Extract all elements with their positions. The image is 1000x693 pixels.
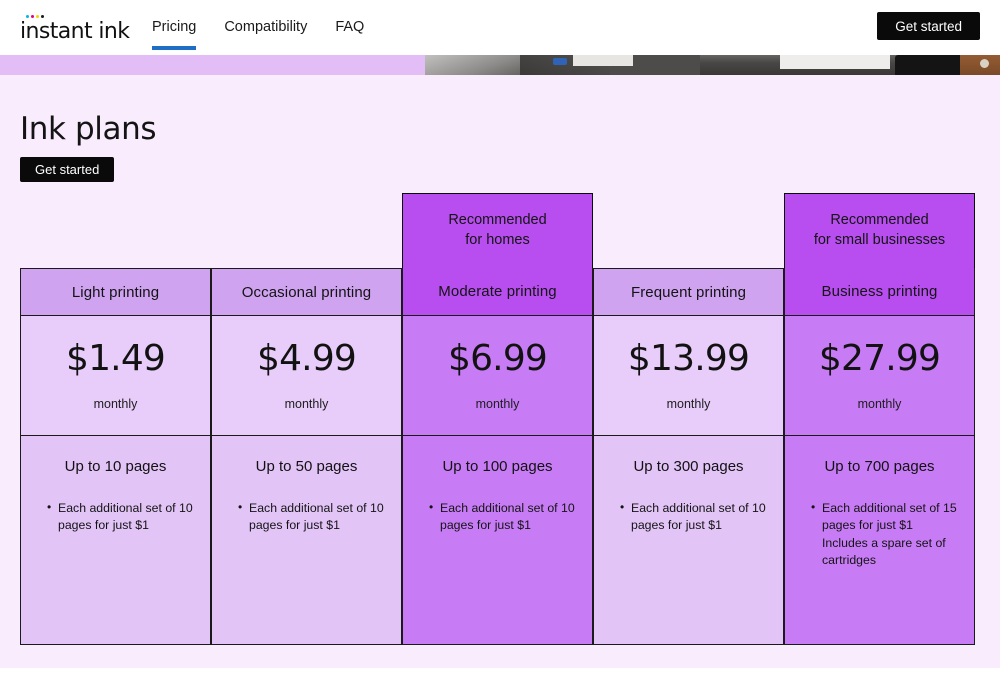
plan-price-frequent-printing: $13.99 (627, 337, 750, 379)
badge-line: for homes (465, 232, 530, 248)
page-title: Ink plans (20, 111, 157, 147)
plan-page-limit-moderate-printing: Up to 100 pages (442, 458, 553, 475)
plan-feature-list-business-printing: Each additional set of 15 pages for just… (799, 499, 960, 570)
hero-purple-band (0, 55, 425, 75)
plan-price-light-printing: $1.49 (65, 337, 166, 379)
logo-dot-2 (36, 15, 39, 18)
plan-page-limit-business-printing: Up to 700 pages (824, 458, 935, 475)
page-body: Ink plans Get started Light printing $1.4… (0, 75, 1000, 668)
badge-line: for small businesses (813, 232, 946, 248)
photo-shape (553, 58, 567, 65)
cmyk-dots-icon (26, 15, 44, 18)
badge-line: Recommended (830, 212, 929, 229)
plan-features-business-printing: Up to 700 pages Each additional set of 15… (784, 436, 975, 645)
plan-name-frequent-printing: Frequent printing (593, 268, 784, 316)
header-get-started-button[interactable]: Get started (877, 12, 980, 40)
brand-logo[interactable]: instant ink (20, 13, 135, 45)
nav-item-faq[interactable]: FAQ (335, 0, 364, 55)
plan-name-moderate-printing: Moderate printing (402, 268, 593, 316)
logo-wordmark: instant ink (20, 19, 130, 44)
main-navigation: Pricing Compatibility FAQ (152, 0, 364, 55)
plan-feature-list-frequent-printing: Each additional set of 10 pages for just… (608, 499, 769, 535)
recommendation-badge-business-printing: Recommended for small businesses (784, 193, 975, 268)
plan-feature-item: Each additional set of 10 pages for just… (620, 499, 769, 535)
pricing-table: Light printing $1.49 monthly Up to 10 pages… (20, 193, 975, 645)
page-get-started-button[interactable]: Get started (20, 157, 115, 182)
plan-feature-list-occasional-printing: Each additional set of 10 pages for just… (226, 499, 387, 535)
badge-line: Recommended (448, 212, 547, 229)
plan-name-business-printing: Business printing (784, 268, 975, 316)
logo-dot-1 (31, 15, 34, 18)
logo-dot-3 (41, 15, 44, 18)
recommendation-badge-frequent-printing (593, 193, 784, 268)
plan-features-light-printing: Up to 10 pages Each additional set of 10 … (20, 436, 211, 645)
plan-page-limit-occasional-printing: Up to 50 pages (255, 458, 358, 475)
pricing-column-occasional-printing: Occasional printing $4.99 monthly Up to 50 … (211, 193, 402, 645)
logo-dot-0 (26, 15, 29, 18)
plan-name-occasional-printing: Occasional printing (211, 268, 402, 316)
plan-page-limit-frequent-printing: Up to 300 pages (633, 458, 744, 475)
plan-period-business-printing: monthly (857, 396, 902, 411)
nav-item-compatibility[interactable]: Compatibility (224, 0, 307, 55)
plan-price-cell-occasional-printing: $4.99 monthly (211, 316, 402, 436)
plan-feature-item: Each additional set of 10 pages for just… (238, 499, 387, 535)
site-header: instant ink Pricing Compatibility FAQ Get … (0, 0, 1000, 55)
plan-period-occasional-printing: monthly (284, 396, 329, 411)
plan-price-moderate-printing: $6.99 (447, 337, 548, 379)
pricing-column-light-printing: Light printing $1.49 monthly Up to 10 pages… (20, 193, 211, 645)
plan-name-light-printing: Light printing (20, 268, 211, 316)
plan-features-moderate-printing: Up to 100 pages Each additional set of 10… (402, 436, 593, 645)
plan-price-cell-moderate-printing: $6.99 monthly (402, 316, 593, 436)
plan-features-occasional-printing: Up to 50 pages Each additional set of 10 … (211, 436, 402, 645)
plan-feature-item: Each additional set of 10 pages for just… (429, 499, 578, 535)
plan-price-cell-business-printing: $27.99 monthly (784, 316, 975, 436)
plan-period-frequent-printing: monthly (666, 396, 711, 411)
plan-feature-list-light-printing: Each additional set of 10 pages for just… (35, 499, 196, 535)
plan-feature-item: Each additional set of 15 pages for just… (811, 499, 960, 570)
plan-period-moderate-printing: monthly (475, 396, 520, 411)
plan-price-occasional-printing: $4.99 (256, 337, 357, 379)
footer-strip (0, 668, 1000, 693)
plan-price-cell-light-printing: $1.49 monthly (20, 316, 211, 436)
plan-page-limit-light-printing: Up to 10 pages (64, 458, 167, 475)
pricing-column-business-printing: Recommended for small businesses Business … (784, 193, 975, 645)
recommendation-badge-moderate-printing: Recommended for homes (402, 193, 593, 268)
photo-shape (780, 53, 890, 69)
recommendation-badge-occasional-printing (211, 193, 402, 268)
plan-price-business-printing: $27.99 (818, 337, 941, 379)
nav-item-pricing[interactable]: Pricing (152, 0, 197, 55)
pricing-column-frequent-printing: Frequent printing $13.99 monthly Up to 300 … (593, 193, 784, 645)
plan-feature-list-moderate-printing: Each additional set of 10 pages for just… (417, 499, 578, 535)
photo-shape (980, 59, 989, 68)
plan-period-light-printing: monthly (93, 396, 138, 411)
pricing-column-moderate-printing: Recommended for homes Moderate printing $6.… (402, 193, 593, 645)
plan-feature-item: Each additional set of 10 pages for just… (47, 499, 196, 535)
plan-features-frequent-printing: Up to 300 pages Each additional set of 10… (593, 436, 784, 645)
recommendation-badge-light-printing (20, 193, 211, 268)
plan-price-cell-frequent-printing: $13.99 monthly (593, 316, 784, 436)
